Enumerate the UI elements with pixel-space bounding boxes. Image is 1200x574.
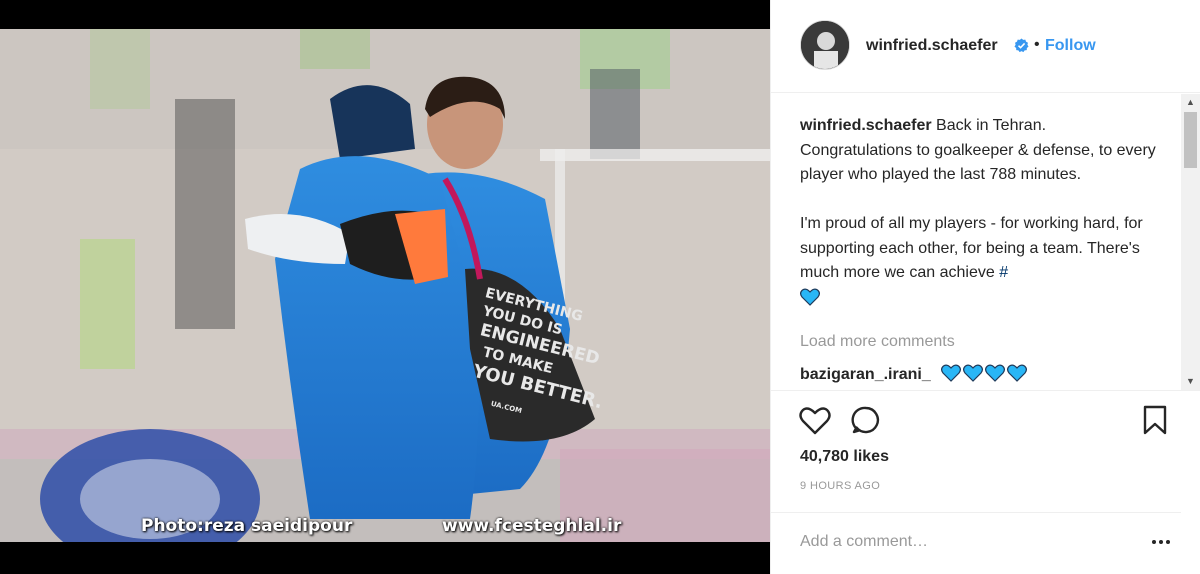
caption-heart-line — [800, 286, 1160, 311]
avatar[interactable] — [800, 20, 850, 70]
blue-heart-emoji-icon — [1007, 364, 1027, 382]
caption-para-2: I'm proud of all my players - for workin… — [800, 212, 1160, 286]
load-more-comments[interactable]: Load more comments — [800, 333, 955, 351]
instagram-post: EVERYTHING YOU DO IS ENGINEERED TO MAKE … — [0, 0, 1200, 574]
blue-heart-emoji-icon — [963, 364, 983, 382]
likes-count[interactable]: 40,780 likes — [800, 448, 889, 466]
username-link[interactable]: winfried.schaefer — [866, 37, 998, 55]
photo-site-url: www.fcesteghlal.ir — [442, 516, 622, 536]
post-actions: 40,780 likes 9 HOURS AGO — [771, 390, 1200, 512]
follow-button[interactable]: Follow — [1045, 37, 1096, 55]
caption-text-2: I'm proud of all my players - for workin… — [800, 215, 1143, 281]
hashtag-link[interactable]: # — [999, 264, 1008, 281]
caption-para-1: winfried.schaefer Back in Tehran. Congra… — [800, 114, 1160, 188]
post-sidebar: winfried.schaefer • Follow winfried.scha… — [770, 0, 1200, 574]
post-media: EVERYTHING YOU DO IS ENGINEERED TO MAKE … — [0, 0, 770, 574]
comment-bubble-icon[interactable] — [851, 405, 881, 435]
blue-heart-emoji-icon — [985, 364, 1005, 382]
photo-credit: Photo:reza saeidipour — [141, 516, 353, 536]
comment-username[interactable]: bazigaran_.irani_ — [800, 366, 931, 384]
comments-section[interactable]: winfried.schaefer Back in Tehran. Congra… — [771, 94, 1200, 390]
comment-hearts — [941, 364, 1029, 382]
avatar-image — [801, 21, 849, 69]
verified-badge-icon — [1014, 38, 1029, 53]
more-options-icon[interactable] — [1151, 532, 1171, 552]
scroll-thumb[interactable] — [1184, 112, 1197, 168]
add-comment-bar — [771, 512, 1181, 574]
post-timestamp[interactable]: 9 HOURS AGO — [800, 480, 880, 492]
scroll-up-arrow-icon[interactable]: ▲ — [1181, 94, 1200, 111]
photo-scene: EVERYTHING YOU DO IS ENGINEERED TO MAKE … — [0, 29, 770, 542]
add-comment-input[interactable] — [800, 531, 1130, 553]
post-header: winfried.schaefer • Follow — [771, 0, 1200, 93]
caption: winfried.schaefer Back in Tehran. Congra… — [800, 114, 1160, 310]
post-photo[interactable]: EVERYTHING YOU DO IS ENGINEERED TO MAKE … — [0, 29, 770, 542]
comments-scrollbar[interactable]: ▲ ▼ — [1181, 94, 1200, 390]
blue-heart-emoji-icon — [941, 364, 961, 382]
separator-dot: • — [1034, 36, 1040, 53]
scroll-down-arrow-icon[interactable]: ▼ — [1181, 373, 1200, 390]
caption-username[interactable]: winfried.schaefer — [800, 117, 932, 134]
like-heart-icon[interactable] — [799, 405, 831, 435]
bookmark-save-icon[interactable] — [1142, 405, 1168, 435]
blue-heart-emoji-icon — [800, 288, 820, 307]
